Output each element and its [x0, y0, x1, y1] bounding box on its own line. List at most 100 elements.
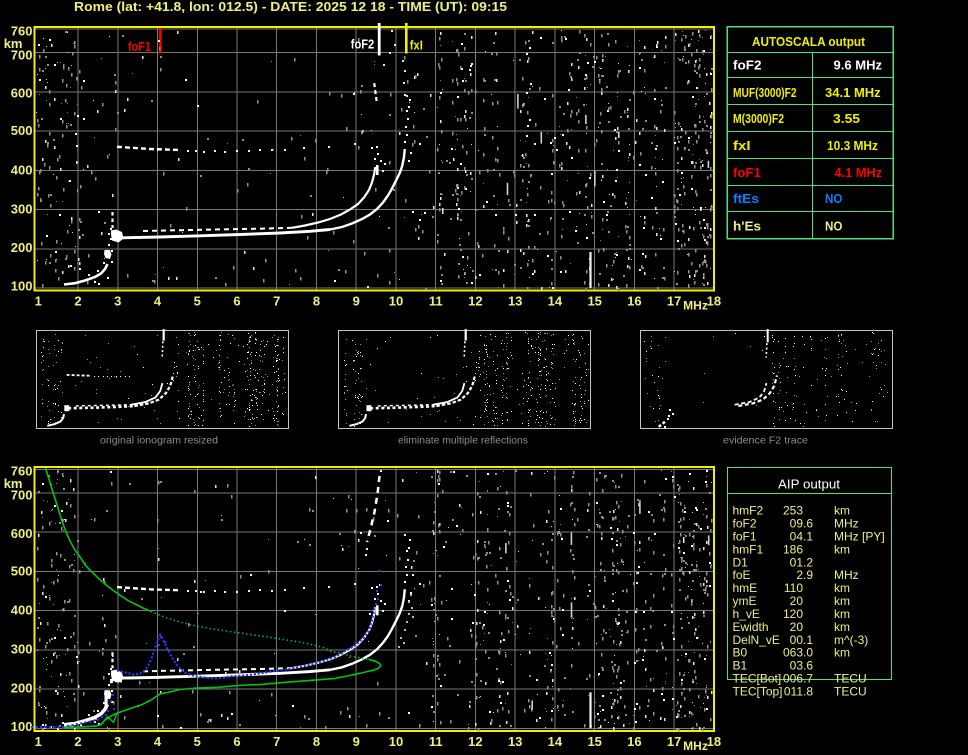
- svg-text:600: 600: [11, 86, 33, 101]
- svg-text:fxI: fxI: [733, 138, 751, 153]
- svg-text:h_vE: h_vE: [733, 607, 760, 621]
- svg-text:253: 253: [783, 504, 803, 518]
- svg-text:6: 6: [233, 734, 240, 749]
- svg-text:7: 7: [273, 294, 280, 309]
- svg-text:M(3000)F2: M(3000)F2: [733, 111, 784, 126]
- svg-text:7: 7: [273, 734, 280, 749]
- svg-text:km: km: [834, 581, 850, 595]
- svg-text:.6: .6: [803, 517, 813, 531]
- svg-text:.1: .1: [803, 529, 813, 543]
- svg-text:AIP output: AIP output: [778, 477, 841, 491]
- svg-text:m^(-3): m^(-3): [834, 633, 868, 647]
- svg-text:.0: .0: [803, 646, 813, 660]
- svg-text:3: 3: [114, 294, 121, 309]
- svg-text:TECU: TECU: [834, 672, 867, 686]
- svg-text:500: 500: [11, 123, 33, 138]
- svg-text:3: 3: [114, 734, 121, 749]
- svg-text:2: 2: [74, 734, 81, 749]
- svg-text:13: 13: [508, 294, 522, 309]
- svg-text:ymE: ymE: [733, 594, 757, 608]
- svg-text:km: km: [834, 620, 850, 634]
- svg-text:MHz: MHz: [683, 739, 708, 753]
- svg-text:foF1: foF1: [733, 529, 757, 543]
- svg-text:foF2: foF2: [733, 58, 762, 73]
- svg-text:B0: B0: [733, 646, 748, 660]
- svg-text:MHz: MHz: [683, 299, 708, 313]
- svg-text:186: 186: [783, 542, 803, 556]
- svg-text:foF2: foF2: [733, 517, 757, 531]
- svg-text:foF1: foF1: [733, 165, 761, 180]
- svg-text:16: 16: [627, 734, 641, 749]
- svg-text:20: 20: [790, 594, 804, 608]
- svg-text:h'Es: h'Es: [733, 219, 761, 234]
- svg-text:04: 04: [790, 529, 804, 543]
- svg-text:foE: foE: [733, 568, 751, 582]
- svg-text:34.1 MHz: 34.1 MHz: [825, 85, 881, 100]
- svg-text:.8: .8: [803, 685, 813, 699]
- svg-text:hmF2: hmF2: [733, 504, 764, 518]
- svg-text:hmF1: hmF1: [733, 542, 764, 556]
- svg-text:400: 400: [11, 162, 33, 177]
- svg-text:5: 5: [194, 294, 201, 309]
- svg-text:12: 12: [468, 734, 482, 749]
- svg-text:120: 120: [783, 607, 803, 621]
- svg-text:4.1 MHz: 4.1 MHz: [835, 165, 883, 180]
- svg-text:8: 8: [313, 734, 320, 749]
- svg-text:.1: .1: [803, 633, 813, 647]
- svg-text:18: 18: [707, 734, 721, 749]
- svg-text:[PY]: [PY]: [862, 529, 885, 543]
- svg-text:km: km: [834, 542, 850, 556]
- svg-text:NO: NO: [825, 219, 842, 234]
- svg-text:200: 200: [11, 240, 33, 255]
- svg-text:foF1: foF1: [128, 40, 151, 54]
- svg-text:100: 100: [11, 719, 33, 734]
- svg-text:9.6 MHz: 9.6 MHz: [834, 58, 883, 73]
- svg-text:03: 03: [790, 659, 804, 673]
- svg-text:4: 4: [154, 734, 162, 749]
- svg-text:D1: D1: [733, 555, 749, 569]
- svg-text:09: 09: [790, 517, 804, 531]
- svg-text:17: 17: [667, 294, 681, 309]
- svg-text:13: 13: [508, 734, 522, 749]
- svg-text:11: 11: [429, 734, 443, 749]
- svg-text:TEC[Bot]: TEC[Bot]: [733, 672, 782, 686]
- svg-text:B1: B1: [733, 659, 748, 673]
- svg-text:10: 10: [389, 734, 403, 749]
- svg-text:1: 1: [35, 734, 42, 749]
- svg-text:TEC[Top]: TEC[Top]: [733, 685, 783, 699]
- svg-text:10: 10: [389, 294, 403, 309]
- svg-text:MUF(3000)F2: MUF(3000)F2: [733, 85, 797, 100]
- svg-text:200: 200: [11, 680, 33, 695]
- svg-text:9: 9: [353, 734, 360, 749]
- svg-text:1: 1: [35, 294, 42, 309]
- svg-text:300: 300: [11, 201, 33, 216]
- svg-text:DelN_vE: DelN_vE: [733, 633, 780, 647]
- svg-text:foF2: foF2: [351, 38, 375, 52]
- svg-text:km: km: [834, 504, 850, 518]
- svg-text:100: 100: [11, 279, 33, 294]
- svg-text:01: 01: [790, 555, 804, 569]
- svg-text:km: km: [834, 646, 850, 660]
- svg-text:18: 18: [707, 294, 721, 309]
- svg-text:8: 8: [313, 294, 320, 309]
- svg-text:16: 16: [627, 294, 641, 309]
- svg-text:NO: NO: [825, 191, 842, 206]
- svg-text:km: km: [834, 607, 850, 621]
- svg-text:063: 063: [783, 646, 803, 660]
- svg-text:6: 6: [233, 294, 240, 309]
- svg-text:ftEs: ftEs: [733, 191, 759, 206]
- svg-text:14: 14: [548, 294, 563, 309]
- svg-text:11: 11: [429, 294, 443, 309]
- svg-text:eliminate multiple reflections: eliminate multiple reflections: [398, 435, 528, 447]
- svg-text:.7: .7: [803, 672, 813, 686]
- svg-text:300: 300: [11, 642, 33, 657]
- svg-text:15: 15: [587, 294, 601, 309]
- svg-text:hmE: hmE: [733, 581, 758, 595]
- svg-text:2: 2: [74, 294, 81, 309]
- svg-text:011: 011: [784, 685, 803, 699]
- svg-text:AUTOSCALA output: AUTOSCALA output: [752, 34, 866, 49]
- svg-text:km: km: [834, 594, 850, 608]
- svg-text:4: 4: [154, 294, 162, 309]
- svg-text:9: 9: [353, 294, 360, 309]
- svg-text:original ionogram resized: original ionogram resized: [100, 435, 218, 447]
